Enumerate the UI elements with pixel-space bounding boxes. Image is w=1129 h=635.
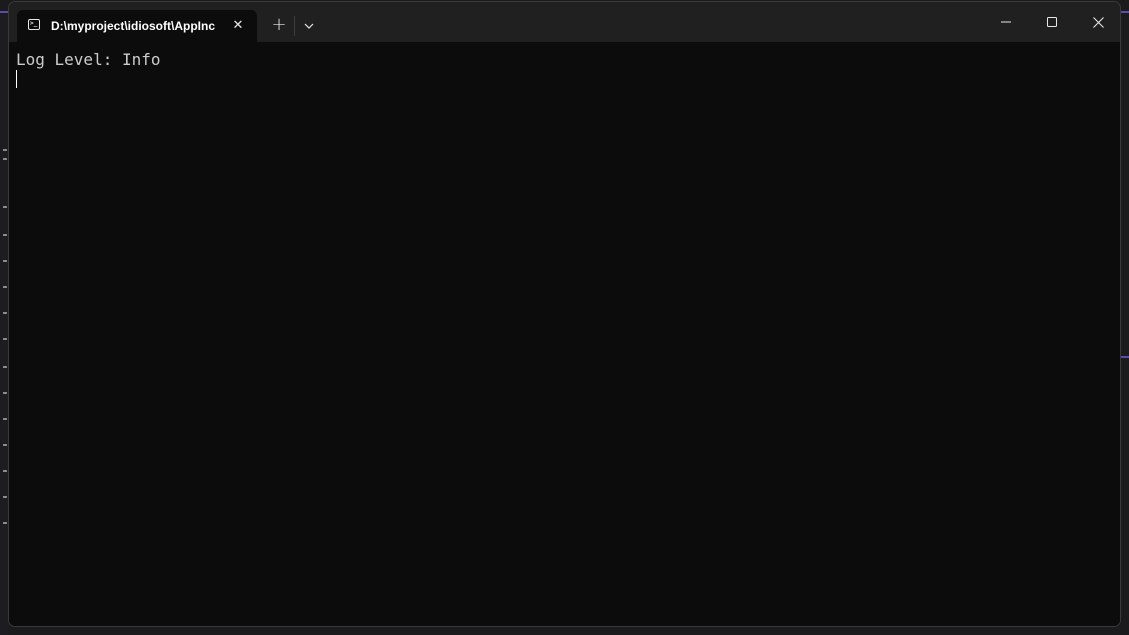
- chevron-down-icon: [304, 23, 314, 29]
- terminal-line: Log Level: Info: [16, 50, 161, 69]
- background-gutter-mark: [3, 206, 7, 208]
- desktop: >_ D:\myproject\idiosoft\AppInc ✕ + Log …: [0, 0, 1129, 635]
- minimize-icon: [1001, 21, 1011, 23]
- tab-title: D:\myproject\idiosoft\AppInc: [51, 19, 216, 33]
- new-tab-button[interactable]: +: [267, 14, 291, 38]
- background-gutter-mark: [3, 470, 7, 472]
- background-gutter-mark: [3, 496, 7, 498]
- close-icon: [1092, 16, 1104, 28]
- close-button[interactable]: [1075, 2, 1120, 42]
- terminal-window[interactable]: >_ D:\myproject\idiosoft\AppInc ✕ + Log …: [8, 1, 1121, 627]
- background-gutter-mark: [3, 260, 7, 262]
- background-gutter-mark: [3, 366, 7, 368]
- title-bar[interactable]: >_ D:\myproject\idiosoft\AppInc ✕ +: [9, 2, 1120, 42]
- text-cursor: [16, 70, 17, 88]
- background-gutter-mark: [3, 158, 7, 160]
- tab-active[interactable]: >_ D:\myproject\idiosoft\AppInc ✕: [17, 10, 257, 42]
- background-app-gutter: [0, 14, 8, 635]
- close-tab-button[interactable]: ✕: [229, 17, 247, 35]
- background-gutter-mark: [3, 312, 7, 314]
- background-gutter-mark: [3, 149, 7, 151]
- terminal-icon: >_: [28, 19, 40, 30]
- background-gutter-mark: [3, 392, 7, 394]
- maximize-icon: [1047, 17, 1057, 27]
- maximize-button[interactable]: [1029, 2, 1075, 42]
- tab-dropdown-button[interactable]: [298, 15, 320, 37]
- background-gutter-mark: [3, 338, 7, 340]
- background-gutter-mark: [3, 286, 7, 288]
- background-gutter-mark: [3, 418, 7, 420]
- background-gutter-mark: [3, 444, 7, 446]
- background-gutter-mark: [3, 522, 7, 524]
- tab-separator: [294, 16, 295, 36]
- background-app-accent-line-right: [1121, 356, 1129, 358]
- minimize-button[interactable]: [983, 2, 1029, 42]
- terminal-output[interactable]: Log Level: Info: [9, 42, 1120, 626]
- background-gutter-mark: [3, 234, 7, 236]
